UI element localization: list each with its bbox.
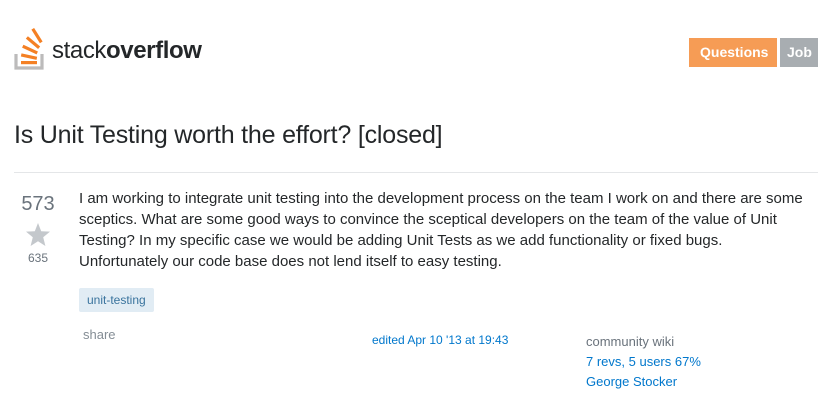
favorite-star-icon[interactable] xyxy=(25,222,51,247)
page: stackoverflow Questions Job Is Unit Test… xyxy=(0,0,818,409)
vote-cell: 573 635 xyxy=(14,192,62,265)
user-link[interactable]: George Stocker xyxy=(586,372,701,392)
favorite-count: 635 xyxy=(27,251,49,265)
community-wiki-info: community wiki 7 revs, 5 users 67% Georg… xyxy=(586,332,701,392)
stackoverflow-logo-icon xyxy=(14,28,44,70)
question-body: I am working to integrate unit testing i… xyxy=(79,190,803,270)
revisions-link[interactable]: 7 revs, 5 users 67% xyxy=(586,352,701,372)
site-logo[interactable]: stackoverflow xyxy=(14,26,202,70)
logo-text-light: stack xyxy=(52,37,107,64)
tag-unit-testing[interactable]: unit-testing xyxy=(79,288,154,312)
logo-text: stackoverflow xyxy=(52,39,202,63)
logo-text-bold: overflow xyxy=(106,37,202,64)
question-title[interactable]: Is Unit Testing worth the effort? [close… xyxy=(14,121,443,150)
vote-count: 573 xyxy=(21,193,55,215)
edited-link[interactable]: edited Apr 10 '13 at 19:43 xyxy=(372,333,508,347)
nav-questions-button[interactable]: Questions xyxy=(689,38,777,67)
top-nav: Questions Job xyxy=(689,38,818,67)
community-wiki-label: community wiki xyxy=(586,334,675,349)
title-divider xyxy=(14,172,818,173)
nav-jobs-button[interactable]: Job xyxy=(780,38,818,67)
share-link[interactable]: share xyxy=(83,327,116,342)
